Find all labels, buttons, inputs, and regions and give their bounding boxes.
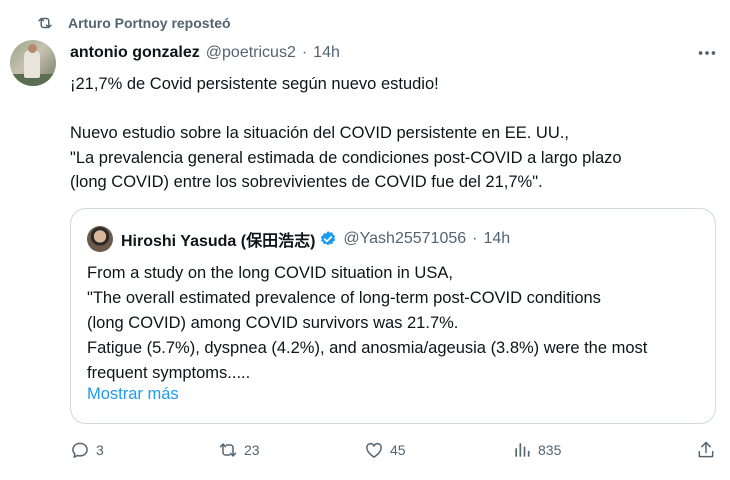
like-icon — [366, 442, 382, 458]
reply-count: 3 — [96, 442, 104, 458]
like-count: 45 — [390, 442, 406, 458]
like-button[interactable]: 45 — [364, 440, 406, 460]
reply-icon — [72, 442, 88, 458]
reply-button[interactable]: 3 — [70, 440, 104, 460]
quoted-tweet[interactable]: Hiroshi Yasuda (保田浩志) @Yash25571056 · 14… — [70, 208, 716, 424]
quoted-line: "The overall estimated prevalence of lon… — [87, 289, 601, 307]
repost-button[interactable]: 23 — [218, 440, 260, 460]
repost-label: Arturo Portnoy reposteó — [68, 15, 231, 31]
action-bar: 3 23 45 835 — [70, 440, 720, 466]
tweet-line: "La prevalencia general estimada de cond… — [70, 148, 622, 167]
show-more-link[interactable]: Mostrar más — [87, 385, 179, 404]
tweet-time[interactable]: 14h — [313, 44, 340, 62]
repost-icon — [219, 443, 237, 457]
share-button[interactable] — [696, 440, 716, 460]
tweet-text: ¡21,7% de Covid persistente según nuevo … — [70, 72, 720, 195]
quoted-author-handle: @Yash25571056 — [343, 230, 467, 247]
quoted-tweet-text: From a study on the long COVID situation… — [87, 261, 707, 386]
quoted-line: (long COVID) among COVID survivors was 2… — [87, 314, 459, 332]
separator-dot: · — [472, 230, 478, 247]
quoted-line: frequent symptoms..... — [87, 364, 251, 382]
quoted-author-name: Hiroshi Yasuda (保田浩志) — [121, 233, 316, 250]
views-icon — [515, 443, 530, 457]
quoted-tweet-header: Hiroshi Yasuda (保田浩志) @Yash25571056 · 14… — [87, 226, 510, 252]
more-icon[interactable] — [696, 42, 718, 64]
views-button[interactable]: 835 — [512, 440, 561, 460]
avatar[interactable] — [10, 40, 56, 86]
repost-count: 23 — [244, 442, 260, 458]
repost-indicator[interactable]: Arturo Portnoy reposteó — [36, 14, 231, 32]
quoted-line: Fatigue (5.7%), dyspnea (4.2%), and anos… — [87, 339, 648, 357]
quoted-avatar — [87, 226, 113, 252]
quoted-tweet-time: 14h — [483, 230, 511, 247]
tweet-header: antonio gonzalez @poetricus2 · 14h — [70, 44, 340, 62]
separator-dot: · — [301, 44, 308, 61]
views-count: 835 — [538, 442, 562, 458]
tweet-line: Nuevo estudio sobre la situación del COV… — [70, 124, 569, 142]
repost-icon — [38, 17, 52, 29]
tweet-line: (long COVID) entre los sobrevivientes de… — [70, 173, 543, 191]
share-icon — [698, 441, 714, 458]
author-name[interactable]: antonio gonzalez — [70, 44, 200, 62]
quoted-line: From a study on the long COVID situation… — [87, 264, 453, 282]
author-handle[interactable]: @poetricus2 — [206, 44, 296, 62]
tweet-line: ¡21,7% de Covid persistente según nuevo … — [70, 75, 439, 93]
verified-icon — [321, 231, 336, 246]
